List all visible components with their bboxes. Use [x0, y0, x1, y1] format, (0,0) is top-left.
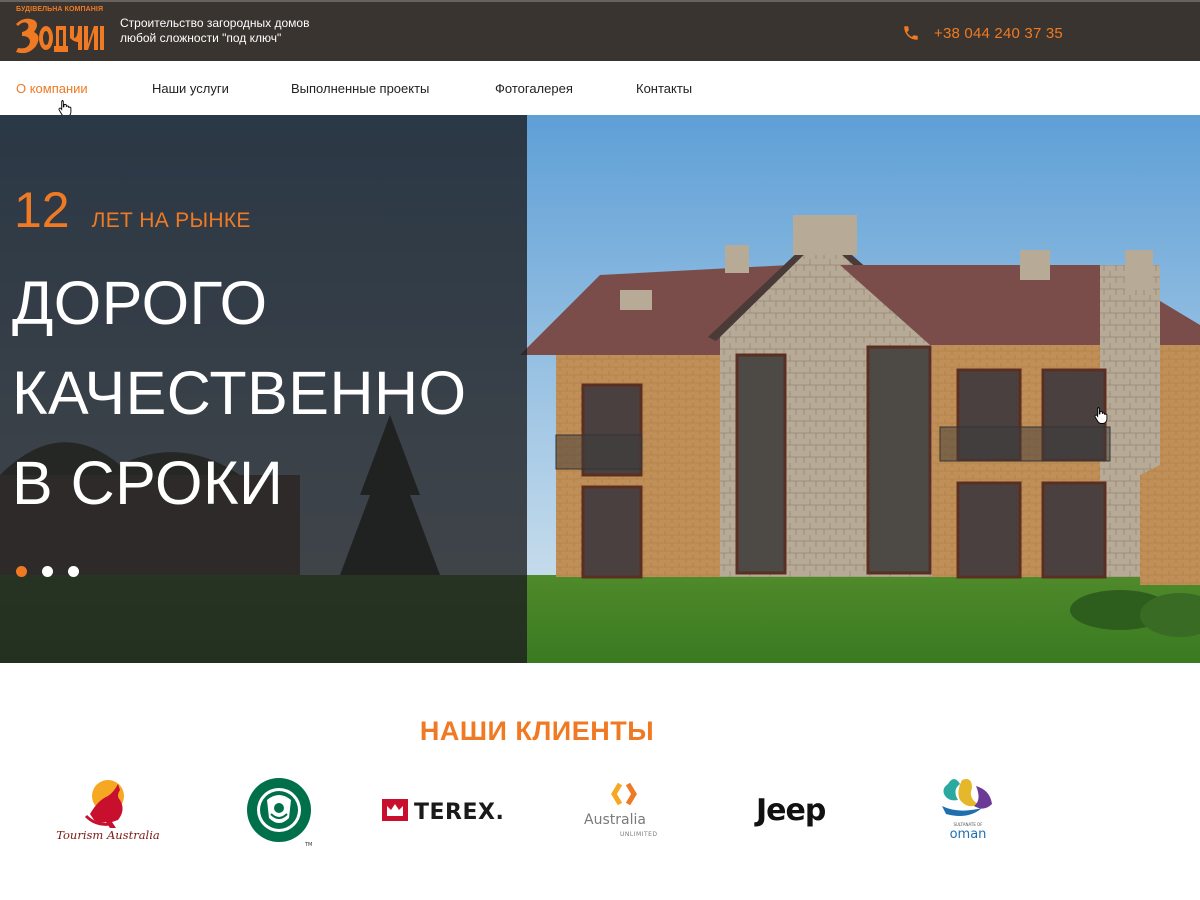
tourism-australia-text: Tourism Australia	[56, 828, 160, 842]
hero-headline-line-2: КАЧЕСТВЕННО	[12, 359, 467, 427]
oman-text: oman	[950, 827, 987, 842]
logo-caption: БУДІВЕЛЬНА КОМПАНІЯ	[16, 6, 104, 13]
tourism-australia-kangaroo-icon: Tourism Australia	[56, 780, 160, 842]
tagline-line-1: Строительство загородных домов	[120, 16, 310, 30]
client-logo-tourism-australia[interactable]: Tourism Australia	[56, 770, 160, 850]
clients-logos: Tourism Australia TM TEREX. Australia UN…	[0, 770, 1200, 850]
hero-headline-line-1: ДОРОГО	[12, 269, 268, 337]
slider-dot-1[interactable]	[16, 566, 27, 577]
slider-dot-3[interactable]	[68, 566, 79, 577]
main-nav: О компании Наши услуги Выполненные проек…	[0, 61, 1200, 115]
client-logo-australia-unlimited[interactable]: Australia UNLIMITED	[580, 770, 664, 850]
logo-wordmark-icon	[16, 18, 104, 54]
hero-slider: 12 ЛЕТ НА РЫНКЕ ДОРОГО КАЧЕСТВЕННО В СРО…	[0, 115, 1200, 663]
years-label: ЛЕТ НА РЫНКЕ	[91, 209, 251, 232]
company-logo[interactable]: БУДІВЕЛЬНА КОМПАНІЯ	[14, 6, 104, 58]
nav-item-gallery[interactable]: Фотогалерея	[495, 81, 573, 96]
jeep-text: Jeep	[754, 793, 826, 828]
nav-item-about[interactable]: О компании	[16, 81, 88, 96]
terex-wordmark: TEREX.	[414, 800, 504, 825]
years-number: 12	[14, 182, 70, 238]
terex-crown-icon: TEREX.	[382, 799, 504, 825]
slider-dots	[16, 566, 94, 577]
nav-item-projects[interactable]: Выполненные проекты	[291, 81, 429, 96]
oman-symbol-icon: SULTANATE OF oman	[942, 779, 992, 842]
australia-unlimited-subtext: UNLIMITED	[620, 831, 658, 838]
slider-dot-2[interactable]	[42, 566, 53, 577]
hand-cursor-icon	[1094, 407, 1108, 424]
client-logo-starbucks[interactable]: TM	[245, 770, 315, 850]
phone-block[interactable]: +38 044 240 37 35	[902, 23, 1063, 43]
client-logo-terex[interactable]: TEREX.	[380, 770, 522, 850]
company-tagline: Строительство загородных домов любой сло…	[120, 16, 340, 46]
australia-unlimited-text: Australia	[584, 812, 646, 828]
client-logo-jeep[interactable]: Jeep	[754, 770, 838, 850]
phone-icon	[904, 26, 918, 40]
clients-heading: НАШИ КЛИЕНТЫ	[419, 716, 655, 746]
phone-number[interactable]: +38 044 240 37 35	[934, 25, 1063, 42]
tagline-line-2: любой сложности "под ключ"	[120, 31, 282, 45]
nav-item-services[interactable]: Наши услуги	[152, 81, 229, 96]
hero-headline-line-3: В СРОКИ	[12, 449, 284, 517]
starbucks-siren-icon: TM	[247, 778, 312, 848]
australia-unlimited-brackets-icon: Australia UNLIMITED	[584, 782, 658, 838]
starbucks-tm: TM	[304, 842, 312, 848]
years-on-market: 12 ЛЕТ НА РЫНКЕ	[14, 183, 251, 237]
top-bar: БУДІВЕЛЬНА КОМПАНІЯ Строительство загоро…	[0, 0, 1200, 61]
client-logo-oman[interactable]: SULTANATE OF oman	[938, 770, 998, 850]
jeep-wordmark-icon: Jeep	[754, 793, 827, 828]
nav-item-contacts[interactable]: Контакты	[636, 81, 692, 96]
